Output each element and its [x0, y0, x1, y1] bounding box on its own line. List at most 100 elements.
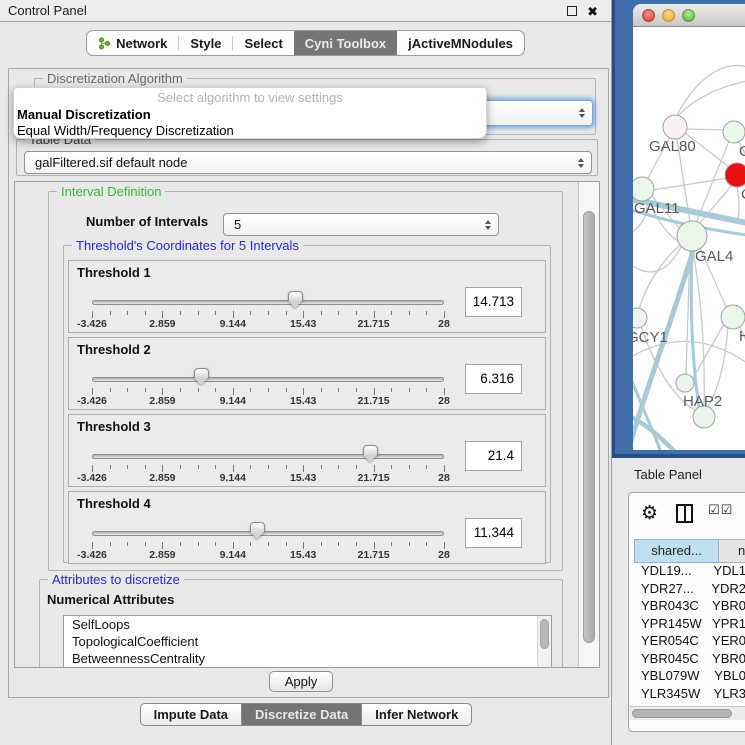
tab-style[interactable]: Style — [179, 31, 232, 55]
tick-mark — [110, 542, 111, 546]
settings-scrollpane: Interval Definition Number of Intervals … — [14, 181, 600, 668]
attribute-item-betweennesscentrality[interactable]: BetweennessCentrality — [64, 650, 551, 667]
slider-thumb[interactable] — [194, 368, 209, 385]
tick-mark — [356, 542, 357, 546]
panel-scrollbar[interactable] — [578, 182, 599, 667]
table-header-name[interactable]: n — [719, 539, 745, 563]
tab-discretize-data[interactable]: Discretize Data — [241, 703, 362, 726]
network-node-gal80[interactable] — [663, 115, 687, 139]
number-of-intervals-label: Number of Intervals — [86, 214, 208, 229]
slider-track[interactable] — [92, 300, 444, 305]
network-window-titlebar[interactable] — [633, 4, 745, 27]
table-row[interactable]: YBL079WYBL0 — [634, 668, 745, 686]
slider-thumb[interactable] — [250, 522, 265, 539]
tick-mark — [145, 542, 146, 546]
table-data-combobox[interactable]: galFiltered.sif default node — [24, 151, 592, 174]
tick-mark — [356, 465, 357, 469]
select-columns-icons[interactable]: ☑☑ — [708, 503, 733, 518]
tick-mark — [145, 311, 146, 315]
tick-mark — [444, 542, 445, 549]
zoom-traffic-light[interactable] — [682, 9, 695, 22]
table-row[interactable]: YPR145WYPR1 — [634, 616, 745, 634]
table-row[interactable]: YER054CYER0 — [634, 633, 745, 651]
combo-spinner-icon[interactable] — [578, 158, 584, 168]
network-node-gal11[interactable] — [633, 177, 654, 201]
table-data-value: galFiltered.sif default node — [35, 152, 187, 173]
network-node-gcy1[interactable] — [633, 308, 647, 328]
threshold-value-field[interactable]: 21.4 — [465, 441, 522, 471]
scale-label: -3.426 — [77, 549, 107, 561]
threshold-value-field[interactable]: 6.316 — [465, 364, 522, 394]
apply-button[interactable]: Apply — [269, 671, 333, 692]
network-node-gal4[interactable] — [677, 221, 707, 251]
slider-thumb[interactable] — [288, 291, 303, 308]
table-row[interactable]: YBR045CYBR0 — [634, 651, 745, 669]
network-node-h[interactable] — [721, 305, 745, 329]
tick-mark — [233, 311, 234, 318]
scrollbar-thumb[interactable] — [632, 709, 732, 718]
threshold-value-field[interactable]: 11.344 — [465, 518, 522, 548]
columns-icon[interactable] — [676, 504, 693, 523]
attribute-item-selfloops[interactable]: SelfLoops — [64, 616, 551, 633]
scale-label: 28 — [438, 395, 450, 407]
slider-thumb[interactable] — [363, 445, 378, 462]
network-node-ga[interactable] — [723, 121, 745, 143]
tick-mark — [233, 465, 234, 472]
slider-scale: -3.4262.8599.14415.4321.71528 — [69, 395, 545, 408]
network-node-hap2[interactable] — [676, 374, 694, 392]
tick-mark — [233, 542, 234, 549]
tick-mark — [215, 542, 216, 546]
combo-spinner-icon[interactable] — [485, 220, 491, 230]
scrollbar-thumb[interactable] — [583, 211, 595, 643]
table-row[interactable]: YBR043CYBR0 — [634, 598, 745, 616]
algorithm-dropdown-popup: Select algorithm to view settings Manual… — [13, 87, 487, 139]
network-view-window[interactable]: GAL80GACGAL11GAL4GCY1HHAP2 — [633, 4, 745, 450]
list-scrollbar[interactable] — [537, 616, 551, 668]
close-traffic-light[interactable] — [642, 9, 655, 22]
table-horizontal-scrollbar[interactable] — [629, 706, 745, 720]
tick-mark — [409, 542, 410, 546]
close-icon[interactable]: ✖ — [587, 2, 598, 21]
node-table-card: ⚙ ☑☑ shared... n YDL19...YDL1YDR27...YDR… — [628, 492, 745, 732]
scrollbar-thumb[interactable] — [540, 619, 549, 649]
table-header-shared-name[interactable]: shared... — [634, 539, 719, 563]
tab-impute-data[interactable]: Impute Data — [140, 703, 242, 726]
minimize-traffic-light[interactable] — [662, 9, 675, 22]
number-of-intervals-combobox[interactable]: 5 — [223, 213, 499, 236]
attribute-item-topologicalcoefficient[interactable]: TopologicalCoefficient — [64, 633, 551, 650]
tick-mark — [92, 388, 93, 395]
slider-track[interactable] — [92, 377, 444, 382]
node-label: GAL11 — [634, 200, 680, 217]
tick-mark — [426, 388, 427, 392]
network-node-c[interactable] — [725, 163, 745, 187]
numerical-attributes-list[interactable]: SelfLoopsTopologicalCoefficientBetweenne… — [63, 615, 552, 668]
tab-select[interactable]: Select — [233, 31, 293, 55]
table-row[interactable]: YLR345WYLR3 — [634, 686, 745, 704]
scale-label: 9.144 — [220, 549, 246, 561]
slider-track[interactable] — [92, 454, 444, 459]
gear-icon[interactable]: ⚙ — [641, 501, 658, 525]
tab-label: Select — [244, 36, 282, 51]
tick-mark — [356, 388, 357, 392]
dropdown-option-equal-width-frequency-discretization[interactable]: Equal Width/Frequency Discretization — [17, 123, 234, 138]
tick-mark — [356, 311, 357, 315]
table-row[interactable]: YDL19...YDL1 — [634, 563, 745, 581]
float-window-icon[interactable] — [567, 6, 577, 16]
tick-mark — [303, 465, 304, 472]
network-canvas[interactable]: GAL80GACGAL11GAL4GCY1HHAP2 — [633, 27, 745, 450]
table-row[interactable]: YDR27...YDR2 — [634, 581, 745, 599]
tick-mark — [321, 542, 322, 546]
tab-cyni-toolbox[interactable]: Cyni Toolbox — [294, 31, 397, 55]
tick-mark — [426, 311, 427, 315]
tab-jactivemnodules[interactable]: jActiveMNodules — [397, 31, 524, 55]
table-panel: Table Panel ⚙ ☑☑ shared... n YDL19...YDL… — [612, 458, 745, 745]
cell-name: YDR2 — [706, 581, 745, 599]
tab-infer-network[interactable]: Infer Network — [361, 703, 472, 726]
dropdown-option-manual-discretization[interactable]: Manual Discretization — [17, 107, 151, 122]
threshold-value-field[interactable]: 14.713 — [465, 287, 522, 317]
combo-spinner-icon[interactable] — [579, 108, 585, 118]
tab-network[interactable]: Network — [87, 31, 178, 55]
cell-name: YBL0 — [709, 668, 745, 686]
slider-track[interactable] — [92, 531, 444, 536]
top-tab-bar: NetworkStyle Select Cyni ToolboxjActiveMNo… — [0, 30, 611, 56]
